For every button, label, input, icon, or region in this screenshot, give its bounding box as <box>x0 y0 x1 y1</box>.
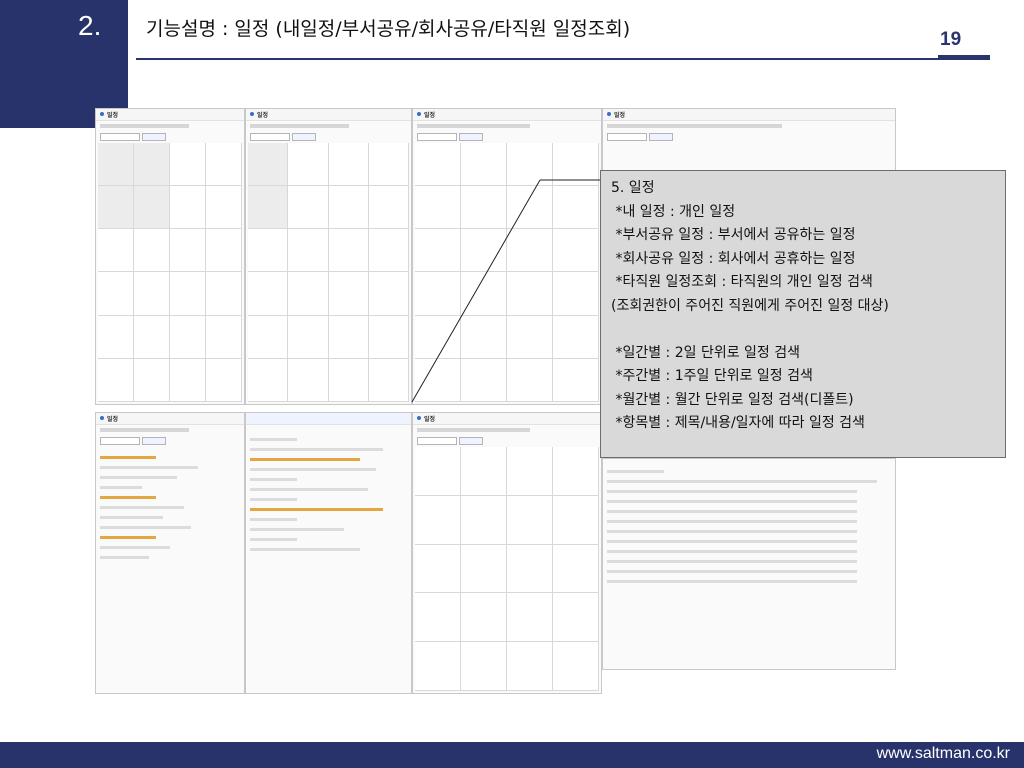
note-line: *일간별 : 2일 단위로 일정 검색 <box>611 344 801 361</box>
footer-bar: www.saltman.co.kr <box>0 742 1024 768</box>
footer-url: www.saltman.co.kr <box>876 745 1010 762</box>
note-line: 5. 일정 <box>611 180 655 196</box>
feature-description-callout: 5. 일정 *내 일정 : 개인 일정 *부서공유 일정 : 부서에서 공유하는… <box>600 170 1006 458</box>
note-line: *부서공유 일정 : 부서에서 공유하는 일정 <box>611 227 856 243</box>
note-line: *항목별 : 제목/내용/일자에 따라 일정 검색 <box>611 415 865 431</box>
note-line: *주간별 : 1주일 단위로 일정 검색 <box>611 368 813 384</box>
note-line: *내 일정 : 개인 일정 <box>611 203 736 220</box>
note-line <box>611 318 997 342</box>
note-line: (조회권한이 주어진 직원에게 주어진 일정 대상) <box>611 297 889 314</box>
note-line: *월간별 : 월간 단위로 일정 검색(디폴트) <box>611 391 854 408</box>
note-line: *타직원 일정조회 : 타직원의 개인 일정 검색 <box>611 274 873 290</box>
note-line: *회사공유 일정 : 회사에서 공휴하는 일정 <box>611 250 856 267</box>
